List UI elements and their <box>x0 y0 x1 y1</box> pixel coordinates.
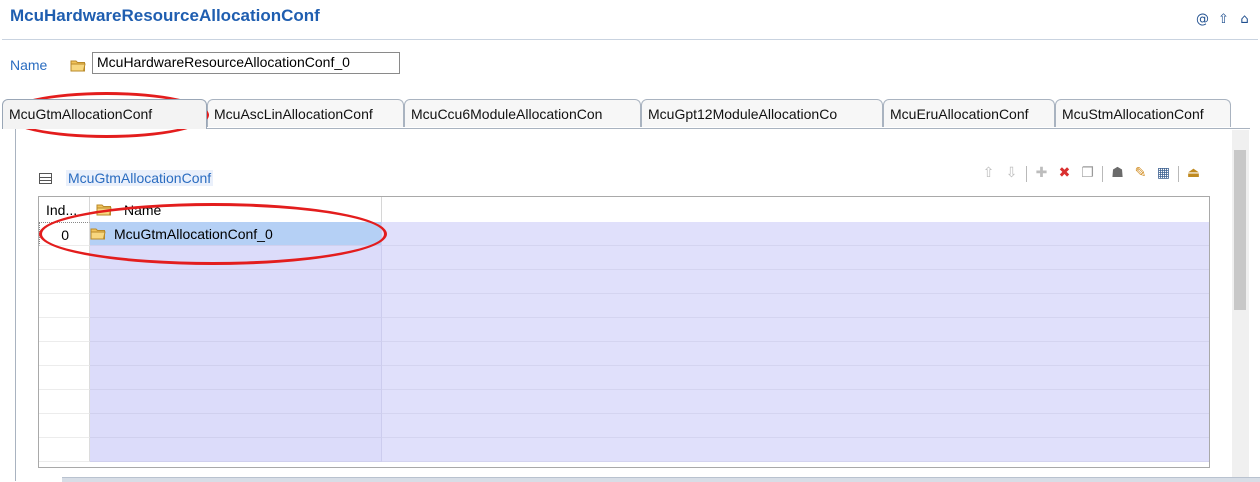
table-icon <box>39 173 52 184</box>
copy-icon[interactable]: ❐ <box>1079 165 1096 182</box>
at-icon[interactable]: @ <box>1195 12 1210 27</box>
bottom-scrollbar[interactable] <box>62 477 1260 482</box>
sort-indicator-icon: ^ <box>63 196 71 204</box>
export-icon[interactable]: ⏏ <box>1185 165 1202 182</box>
empty-cell <box>90 366 382 390</box>
tab-mcuasclinallocationconf[interactable]: McuAscLinAllocationConf <box>207 99 404 127</box>
add-icon[interactable]: ✚ <box>1033 165 1050 182</box>
row-filler <box>382 222 1209 246</box>
folder-icon <box>96 204 112 216</box>
empty-cell <box>90 390 382 414</box>
empty-cell <box>90 270 382 294</box>
empty-cell <box>90 318 382 342</box>
empty-cell <box>39 390 90 414</box>
empty-row <box>39 366 1209 390</box>
user-icon[interactable]: ☗ <box>1109 165 1126 182</box>
vertical-scrollbar[interactable] <box>1232 130 1249 481</box>
properties-icon[interactable]: ▦ <box>1155 165 1172 182</box>
move-up-icon[interactable]: ⇧ <box>980 165 997 182</box>
empty-cell <box>39 414 90 438</box>
empty-row <box>39 438 1209 462</box>
toolbar-separator <box>1102 165 1103 182</box>
name-label: Name <box>10 57 48 73</box>
page-title: McuHardwareResourceAllocationConf <box>10 6 320 25</box>
column-header-name[interactable]: Name <box>90 197 382 222</box>
empty-cell <box>90 294 382 318</box>
arrow-up-icon[interactable]: ⇧ <box>1216 12 1231 27</box>
table-row[interactable]: 0 McuGtmAllocationConf_0 <box>39 222 1209 246</box>
empty-cell <box>39 270 90 294</box>
empty-cell <box>39 438 90 462</box>
home-icon[interactable]: ⌂ <box>1237 12 1252 27</box>
column-header-empty <box>382 197 1209 222</box>
empty-cell <box>382 342 1209 366</box>
edit-icon[interactable]: ✎ <box>1132 165 1149 182</box>
empty-row <box>39 414 1209 438</box>
empty-cell <box>382 438 1209 462</box>
allocation-table: Ind... ^ Name 0 McuGtmAllocationConf_0 <box>38 196 1210 468</box>
column-header-name-label: Name <box>124 202 162 218</box>
header-divider <box>2 39 1258 40</box>
empty-cell <box>39 342 90 366</box>
empty-cell <box>382 246 1209 270</box>
empty-cell <box>382 390 1209 414</box>
delete-icon[interactable]: ✖ <box>1056 165 1073 182</box>
row-index: 0 <box>39 222 90 246</box>
empty-cell <box>39 366 90 390</box>
empty-cell <box>90 342 382 366</box>
name-input[interactable]: McuHardwareResourceAllocationConf_0 <box>92 52 400 74</box>
empty-cell <box>382 294 1209 318</box>
tab-mcustmallocationconf[interactable]: McuStmAllocationConf <box>1055 99 1231 127</box>
toolbar-separator <box>1026 165 1027 182</box>
empty-cell <box>382 366 1209 390</box>
header-actions: @ ⇧ ⌂ <box>1195 12 1252 27</box>
tab-bar: McuGtmAllocationConf McuAscLinAllocation… <box>2 99 1250 129</box>
empty-cell <box>382 318 1209 342</box>
tab-mcuccu6moduleallocationconf[interactable]: McuCcu6ModuleAllocationCon <box>404 99 641 127</box>
empty-row <box>39 294 1209 318</box>
empty-row <box>39 318 1209 342</box>
tab-mcugtmallocationconf[interactable]: McuGtmAllocationConf <box>2 99 207 129</box>
move-down-icon[interactable]: ⇩ <box>1003 165 1020 182</box>
empty-row <box>39 342 1209 366</box>
empty-row <box>39 246 1209 270</box>
empty-cell <box>382 270 1209 294</box>
empty-cell <box>90 438 382 462</box>
table-title[interactable]: McuGtmAllocationConf <box>66 170 214 186</box>
empty-cell <box>39 318 90 342</box>
row-name: McuGtmAllocationConf_0 <box>114 226 273 242</box>
column-header-index-label: Ind... <box>46 202 78 218</box>
empty-cell <box>90 246 382 270</box>
toolbar-separator <box>1178 165 1179 182</box>
empty-cell <box>382 414 1209 438</box>
scrollbar-thumb[interactable] <box>1234 150 1246 310</box>
empty-cell <box>39 294 90 318</box>
tab-mcugpt12moduleallocationconf[interactable]: McuGpt12ModuleAllocationCo <box>641 99 883 127</box>
empty-cell <box>90 414 382 438</box>
empty-row <box>39 390 1209 414</box>
row-name-cell[interactable]: McuGtmAllocationConf_0 <box>90 222 382 246</box>
empty-row <box>39 270 1209 294</box>
tab-mcueruallocationconf[interactable]: McuEruAllocationConf <box>883 99 1055 127</box>
table-toolbar: ⇧ ⇩ ✚ ✖ ❐ ☗ ✎ ▦ ⏏ <box>980 165 1202 182</box>
folder-icon <box>70 60 86 72</box>
empty-cell <box>39 246 90 270</box>
folder-icon <box>90 228 106 240</box>
